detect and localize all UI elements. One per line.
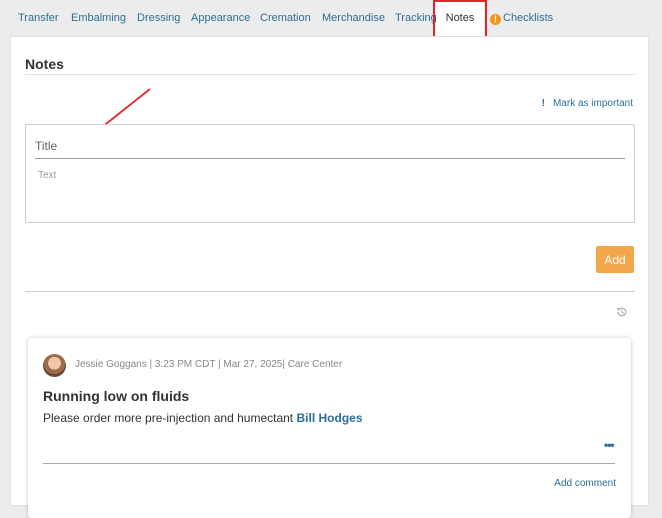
section-divider — [25, 291, 635, 292]
tab-dressing[interactable]: Dressing — [137, 0, 180, 36]
title-input[interactable] — [35, 133, 625, 159]
note-body: Please order more pre-injection and hume… — [43, 411, 363, 425]
exclamation-icon: ! — [541, 98, 545, 109]
tab-transfer[interactable]: Transfer — [18, 0, 59, 36]
card-divider — [43, 463, 615, 464]
add-button[interactable]: Add — [596, 246, 634, 273]
note-card: Jessie Goggans | 3:23 PM CDT | Mar 27, 2… — [28, 338, 631, 518]
tab-appearance[interactable]: Appearance — [191, 0, 250, 36]
note-form — [25, 124, 635, 223]
mark-important-label: Mark as important — [552, 98, 633, 109]
note-meta: Jessie Goggans | 3:23 PM CDT | Mar 27, 2… — [75, 359, 343, 370]
mark-important-button[interactable]: ! Mark as important — [542, 98, 633, 109]
exclamation-circle-icon: ! — [490, 14, 501, 25]
tab-tracking[interactable]: Tracking — [395, 0, 437, 36]
avatar — [43, 354, 66, 377]
tab-notes[interactable]: Notes — [436, 0, 484, 36]
tab-checklists[interactable]: ! Checklists — [490, 0, 553, 36]
add-comment-link[interactable]: Add comment — [554, 478, 616, 489]
tab-checklists-label: Checklists — [503, 12, 554, 24]
text-input[interactable] — [38, 170, 628, 210]
note-title: Running low on fluids — [43, 388, 190, 404]
tab-embalming[interactable]: Embalming — [71, 0, 126, 36]
tab-bar: Transfer Embalming Dressing Appearance C… — [0, 0, 662, 36]
page-title: Notes — [25, 56, 64, 72]
tab-merchandise[interactable]: Merchandise — [322, 0, 385, 36]
history-icon[interactable] — [616, 306, 628, 318]
title-divider — [25, 74, 635, 75]
note-body-text: Please order more pre-injection and hume… — [43, 411, 294, 425]
tab-cremation[interactable]: Cremation — [260, 0, 311, 36]
user-mention-link[interactable]: Bill Hodges — [296, 411, 362, 425]
more-options-button[interactable]: ••• — [604, 438, 615, 452]
notes-panel: Notes ! Mark as important Add Jessie Gogg… — [10, 36, 649, 518]
